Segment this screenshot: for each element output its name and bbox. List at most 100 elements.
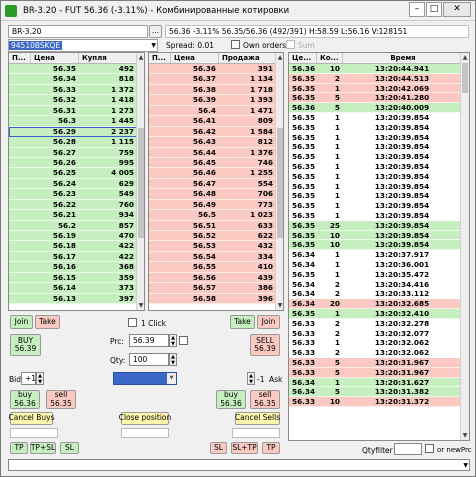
scroll-up-icon[interactable]: ▲ <box>137 53 144 62</box>
table-row[interactable]: 56.34 818 <box>9 74 137 85</box>
table-row[interactable]: 56.31 1 273 <box>9 105 137 117</box>
table-row[interactable]: 56.35 5 13:20:41.280 <box>289 93 461 104</box>
order-type-select[interactable]: ▼ <box>113 372 177 385</box>
table-row[interactable]: 56.35 1 13:20:39.854 <box>289 142 461 153</box>
sell-bid-button[interactable]: sell 56.35 <box>46 390 76 409</box>
price-input[interactable]: 56.39 <box>129 334 169 347</box>
join-sell-button[interactable]: Join <box>257 315 280 329</box>
bid-offset-stepper[interactable]: ▲ ▼ <box>36 372 44 385</box>
tp-sell-button[interactable]: TP <box>262 442 280 454</box>
join-buy-button[interactable]: Join <box>10 315 33 329</box>
sell-book-scrollbar[interactable]: ▲ ▼ <box>275 53 283 310</box>
table-row[interactable]: 56.35 1 13:20:32.410 <box>289 308 461 319</box>
scroll-thumb[interactable] <box>138 128 144 238</box>
take-sell-button[interactable]: Take <box>230 315 255 329</box>
buy-col-p[interactable]: П... <box>9 53 31 63</box>
price-stepper[interactable]: ▲ ▼ <box>169 334 177 347</box>
table-row[interactable]: 56.23 549 <box>9 189 137 200</box>
table-row[interactable]: 56.57 386 <box>149 283 276 294</box>
ask-offset-value[interactable]: -1 <box>257 375 264 384</box>
tp-buy-button[interactable]: TP <box>10 442 28 454</box>
close-button[interactable]: ✕ <box>443 2 471 17</box>
table-row[interactable]: 56.47 554 <box>149 178 276 190</box>
qty-input[interactable]: 100 <box>129 353 169 366</box>
table-row[interactable]: 56.55 410 <box>149 262 276 273</box>
table-row[interactable]: 56.34 20 13:20:32.685 <box>289 299 461 309</box>
sell-market-button[interactable]: SELL 56.39 <box>250 334 280 356</box>
table-row[interactable]: 56.41 809 <box>149 116 276 127</box>
buy-bid-button[interactable]: buy 56.36 <box>10 390 40 409</box>
table-row[interactable]: 56.13 397 <box>9 293 137 305</box>
table-row[interactable]: 56.35 1 13:20:39.854 <box>289 161 461 172</box>
table-row[interactable]: 56.25 4 005 <box>9 168 137 179</box>
sell-col-p[interactable]: П... <box>149 53 171 63</box>
table-row[interactable]: 56.34 2 13:20:33.112 <box>289 289 461 300</box>
table-row[interactable]: 56.33 5 13:20:31.967 <box>289 367 461 378</box>
table-row[interactable]: 56.44 1 376 <box>149 147 276 158</box>
qtyfilter-input[interactable] <box>394 443 422 455</box>
cancel-buys-button[interactable]: Cancel Buys <box>8 412 55 425</box>
trades-scrollbar[interactable]: ▲ ▼ <box>460 53 469 440</box>
table-row[interactable]: 56.18 422 <box>9 241 137 252</box>
table-row[interactable]: 56.34 1 13:20:36.001 <box>289 259 461 270</box>
table-row[interactable]: 56.35 1 13:20:39.854 <box>289 112 461 123</box>
table-row[interactable]: 56.49 773 <box>149 199 276 211</box>
table-row[interactable]: 56.36 391 <box>149 64 276 75</box>
table-row[interactable]: 56.33 2 13:20:32.077 <box>289 328 461 339</box>
sl-buy-button[interactable]: SL <box>60 442 79 454</box>
table-row[interactable]: 56.36 10 13:20:44.941 <box>289 64 461 74</box>
table-row[interactable]: 56.33 1 13:20:32.062 <box>289 338 461 349</box>
close-position-button[interactable]: Close position <box>119 412 171 425</box>
buy-ask-button[interactable]: buy 56.36 <box>216 390 246 409</box>
table-row[interactable]: 56.51 633 <box>149 220 276 231</box>
table-row[interactable]: 56.33 2 13:20:32.278 <box>289 318 461 329</box>
instrument-field[interactable]: BR-3.20 <box>8 25 148 38</box>
table-row[interactable]: 56.29 2 237 <box>9 126 137 138</box>
qty-stepper[interactable]: ▲ ▼ <box>169 353 177 366</box>
table-row[interactable]: 56.2 857 <box>9 220 137 231</box>
trades-col-price[interactable]: Це... <box>289 53 317 63</box>
table-row[interactable]: 56.14 373 <box>9 283 137 294</box>
bid-offset-input[interactable]: +1 <box>21 372 36 385</box>
table-row[interactable]: 56.32 1 418 <box>9 95 137 106</box>
table-row[interactable]: 56.38 1 718 <box>149 84 276 96</box>
table-row[interactable]: 56.52 622 <box>149 231 276 242</box>
newprc-checkbox[interactable] <box>425 444 434 453</box>
sell-col-price[interactable]: Цена <box>171 53 219 63</box>
buy-col-qty[interactable]: Купля <box>79 53 137 63</box>
minimize-button[interactable]: – <box>409 2 425 17</box>
table-row[interactable]: 56.35 1 13:20:35.472 <box>289 269 461 280</box>
table-row[interactable]: 56.27 759 <box>9 147 137 158</box>
table-row[interactable]: 56.24 629 <box>9 178 137 190</box>
table-row[interactable]: 56.26 995 <box>9 157 137 169</box>
table-row[interactable]: 56.21 934 <box>9 210 137 221</box>
cancel-sells-button[interactable]: Cancel Sells <box>235 412 280 425</box>
take-buy-button[interactable]: Take <box>35 315 60 329</box>
table-row[interactable]: 56.35 492 <box>9 64 137 75</box>
scroll-down-icon[interactable]: ▼ <box>137 301 144 310</box>
buy-book-scrollbar[interactable]: ▲ ▼ <box>136 53 144 310</box>
table-row[interactable]: 56.35 1 13:20:39.854 <box>289 152 461 162</box>
scroll-down-icon[interactable]: ▼ <box>276 301 283 310</box>
table-row[interactable]: 56.35 1 13:20:39.854 <box>289 122 461 133</box>
command-select[interactable]: ▼ <box>8 459 470 471</box>
table-row[interactable]: 56.33 5 13:20:31.967 <box>289 357 461 368</box>
table-row[interactable]: 56.42 1 584 <box>149 126 276 138</box>
table-row[interactable]: 56.4 1 471 <box>149 105 276 117</box>
table-row[interactable]: 56.16 368 <box>9 262 137 273</box>
table-row[interactable]: 56.53 432 <box>149 241 276 252</box>
account-select[interactable]: 94510BSKQE ▼ <box>8 39 158 52</box>
maximize-button[interactable]: □ <box>426 2 442 17</box>
table-row[interactable]: 56.19 470 <box>9 231 137 242</box>
table-row[interactable]: 56.34 5 13:20:31.382 <box>289 387 461 398</box>
table-row[interactable]: 56.35 1 13:20:42.069 <box>289 83 461 94</box>
table-row[interactable]: 56.5 1 023 <box>149 210 276 221</box>
table-row[interactable]: 56.35 1 13:20:39.854 <box>289 181 461 192</box>
scroll-up-icon[interactable]: ▲ <box>276 53 283 62</box>
sell-col-qty[interactable]: Продажа <box>219 53 276 63</box>
table-row[interactable]: 56.17 422 <box>9 251 137 263</box>
scroll-down-icon[interactable]: ▼ <box>461 431 469 440</box>
table-row[interactable]: 56.39 1 393 <box>149 95 276 106</box>
table-row[interactable]: 56.56 439 <box>149 272 276 284</box>
trades-col-qty[interactable]: Ко... <box>317 53 343 63</box>
